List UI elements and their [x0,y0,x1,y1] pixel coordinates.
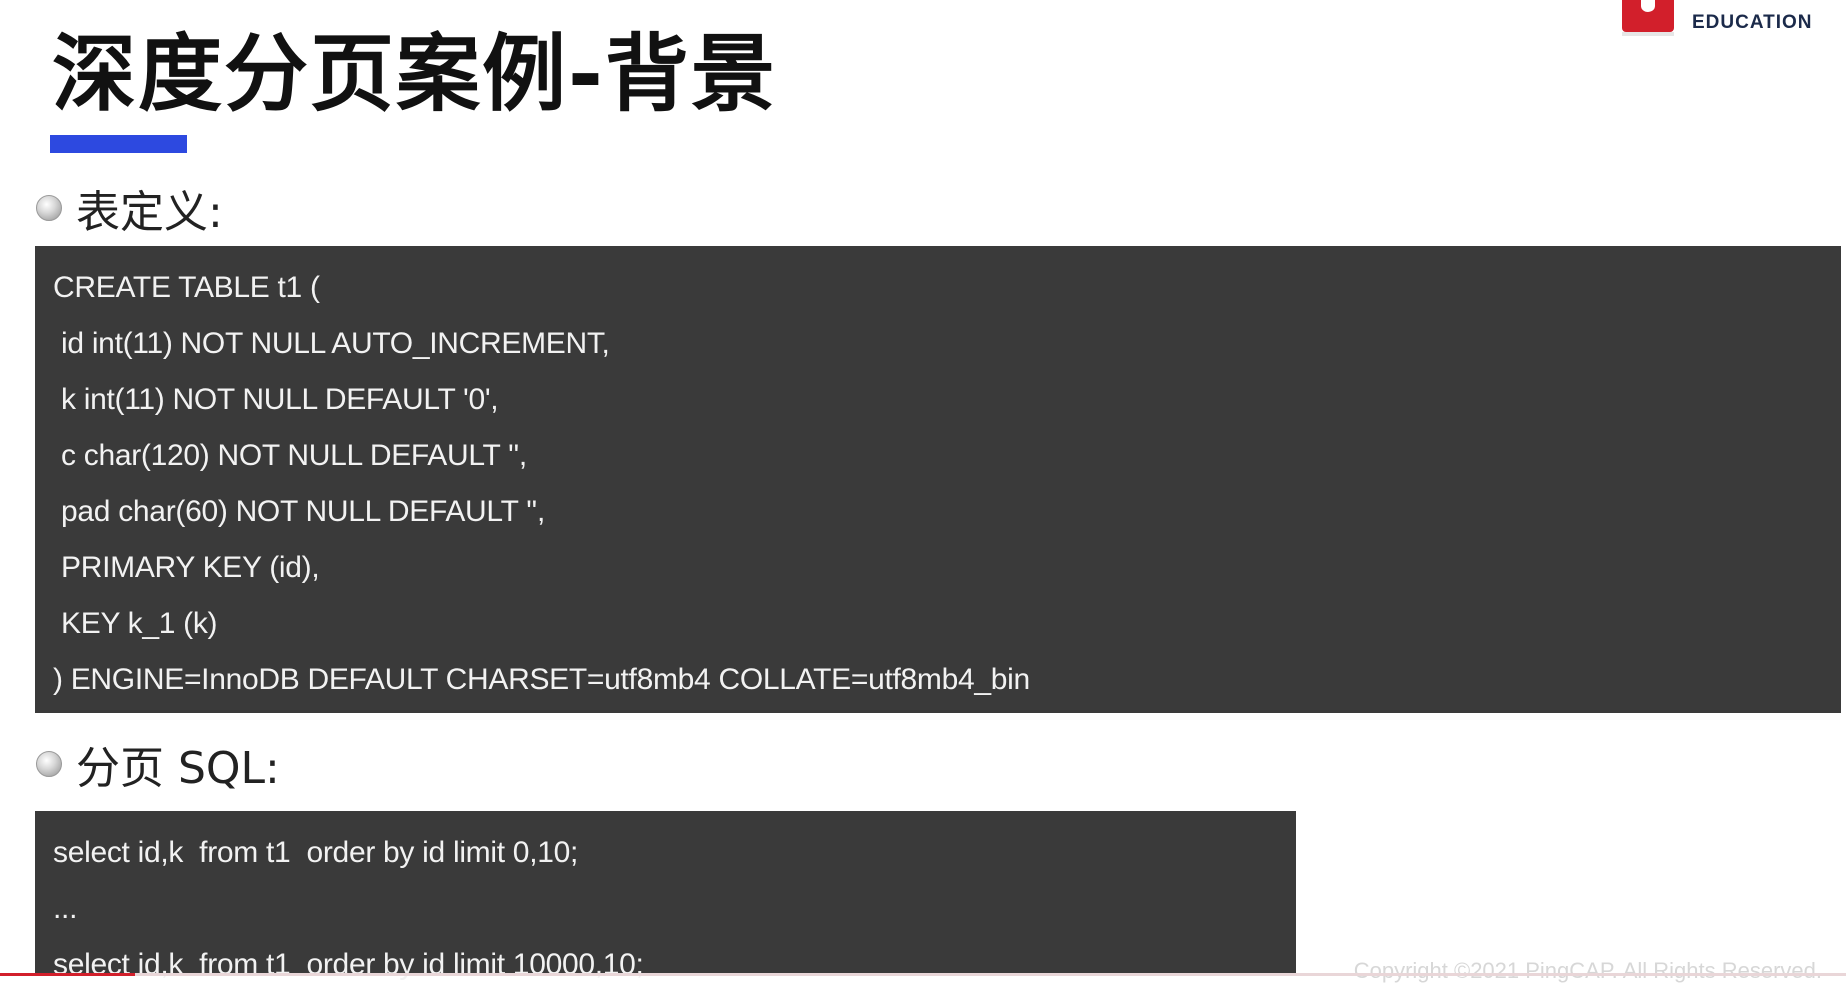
brand-logo: EDUCATION [1606,0,1826,40]
code-line: c char(120) NOT NULL DEFAULT '', [53,439,527,472]
table-definition-code-block: CREATE TABLE t1 ( id int(11) NOT NULL AU… [35,246,1841,713]
section-label: 分页 SQL: [76,743,280,794]
bookmark-icon [1622,0,1674,36]
bullet-icon [36,195,62,221]
logo-text: EDUCATION [1692,12,1813,33]
section-heading-table-def: 表定义: [36,176,223,240]
code-line: KEY k_1 (k) [53,607,218,640]
bullet-icon [36,751,62,777]
code-line: select id,k from t1 order by id limit 10… [53,948,644,981]
section-label: 表定义: [76,187,223,238]
title-underline [50,135,187,153]
slide-title: 深度分页案例-背景 [52,25,777,123]
code-line: ) ENGINE=InnoDB DEFAULT CHARSET=utf8mb4 … [53,663,1030,696]
code-line: id int(11) NOT NULL AUTO_INCREMENT, [53,327,610,360]
paging-sql-code-block: select id,k from t1 order by id limit 0,… [35,811,1296,981]
code-line: CREATE TABLE t1 ( [53,271,320,304]
code-line: ... [53,892,78,925]
code-line: select id,k from t1 order by id limit 0,… [53,836,579,869]
code-line: k int(11) NOT NULL DEFAULT '0', [53,383,499,416]
copyright-notice: Copyright ©2021 PingCAP. All Rights Rese… [1353,958,1822,983]
section-heading-paging-sql: 分页 SQL: [36,732,280,796]
code-line: pad char(60) NOT NULL DEFAULT '', [53,495,545,528]
code-line: PRIMARY KEY (id), [53,551,320,584]
